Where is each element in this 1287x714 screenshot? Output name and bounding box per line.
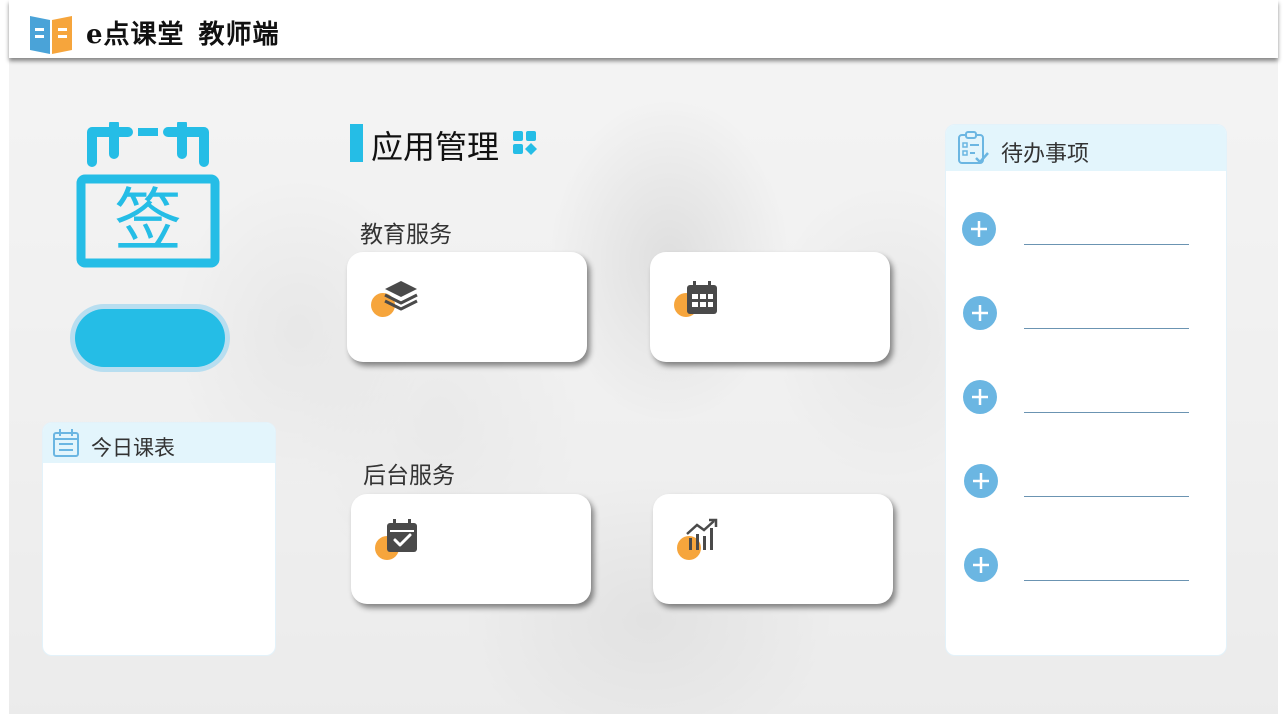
app-card-chart[interactable] [653,494,893,604]
calendar-check-icon [387,519,417,552]
checklist-icon [958,131,989,164]
app-role: 教师端 [198,20,280,50]
todo-line[interactable] [1024,244,1189,245]
schedule-header: 今日课表 [43,423,275,463]
sign-in-calendar-icon[interactable]: 签 [76,122,220,268]
todo-line[interactable] [1024,412,1189,413]
schedule-title: 今日课表 [91,436,175,460]
add-todo-icon[interactable] [962,379,998,415]
todo-item [946,379,1226,419]
layers-icon [384,281,418,311]
todo-line[interactable] [1024,580,1189,581]
app-card-layers[interactable] [347,252,587,362]
sign-char: 签 [114,182,182,261]
todo-line[interactable] [1024,496,1189,497]
app-name: e点课堂 [86,20,185,50]
todo-item [946,463,1226,503]
add-todo-icon[interactable] [962,295,998,331]
group-label-education: 教育服务 [360,222,452,248]
todo-panel: 待办事项 [945,124,1227,656]
section-accent-bar [350,124,363,162]
app-header: e点课堂 教师端 [9,0,1278,58]
calendar-grid-icon [687,281,717,314]
sign-in-button[interactable] [70,304,230,372]
apps-title: 应用管理 [371,128,500,166]
todo-header: 待办事项 [946,125,1226,171]
todo-item [946,211,1226,251]
book-logo-icon [30,16,72,54]
todo-item [946,295,1226,335]
schedule-panel: 今日课表 [42,422,276,656]
group-label-backend: 后台服务 [363,463,455,489]
todo-title: 待办事项 [1001,142,1090,167]
todo-item [946,547,1226,587]
todo-line[interactable] [1024,328,1189,329]
add-todo-icon[interactable] [961,211,997,247]
add-todo-icon[interactable] [963,547,999,583]
calendar-list-icon [53,429,79,457]
app-card-calendar[interactable] [650,252,890,362]
apps-grid-icon [513,131,537,155]
add-todo-icon[interactable] [963,463,999,499]
chart-growth-icon [686,518,718,550]
app-card-calendar-check[interactable] [351,494,591,604]
app-title: e点课堂 教师端 [86,14,280,51]
